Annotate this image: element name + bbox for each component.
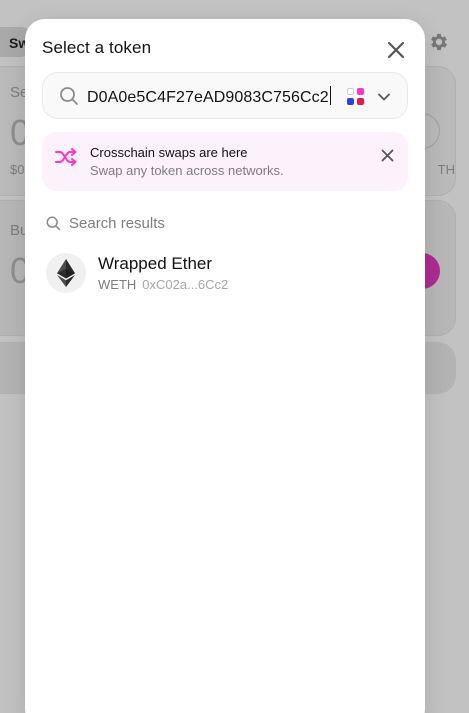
token-name: Wrapped Ether xyxy=(98,254,213,273)
banner-subtitle: Swap any token across networks. xyxy=(90,163,284,178)
sell-usd-value: $0 xyxy=(10,162,25,177)
network-filter-button[interactable] xyxy=(347,86,395,108)
token-row-weth[interactable]: Wrapped Ether WETH 0xC02a...6Cc2 xyxy=(37,247,413,299)
token-meta: WETH 0xC02a...6Cc2 xyxy=(98,277,228,292)
token-search-field[interactable]: D0A0e5C4F27eAD9083C756Cc2 xyxy=(42,72,408,119)
select-token-modal: Select a token D0A0e5C4F27eAD9083C756Cc2 xyxy=(25,19,425,713)
search-icon xyxy=(60,87,78,105)
close-icon xyxy=(381,149,393,161)
dismiss-banner-button[interactable] xyxy=(377,145,397,165)
chevron-down-icon xyxy=(378,93,390,101)
search-results-header: Search results xyxy=(46,213,165,233)
search-icon xyxy=(46,216,61,230)
sell-token-symbol: TH xyxy=(437,162,455,177)
modal-title: Select a token xyxy=(42,38,152,57)
token-symbol: WETH xyxy=(98,277,137,292)
all-networks-icon xyxy=(347,88,365,106)
text-cursor xyxy=(329,86,332,105)
banner-title: Crosschain swaps are here xyxy=(90,145,248,160)
ethereum-icon xyxy=(46,253,86,293)
token-address: 0xC02a...6Cc2 xyxy=(142,277,229,292)
settings-gear-icon xyxy=(431,33,447,51)
shuffle-icon xyxy=(55,148,77,166)
close-modal-button[interactable] xyxy=(383,37,409,63)
search-input[interactable]: D0A0e5C4F27eAD9083C756Cc2 xyxy=(87,86,332,107)
close-icon xyxy=(387,41,405,59)
crosschain-banner: Crosschain swaps are here Swap any token… xyxy=(42,132,408,191)
search-results-label: Search results xyxy=(69,214,165,232)
